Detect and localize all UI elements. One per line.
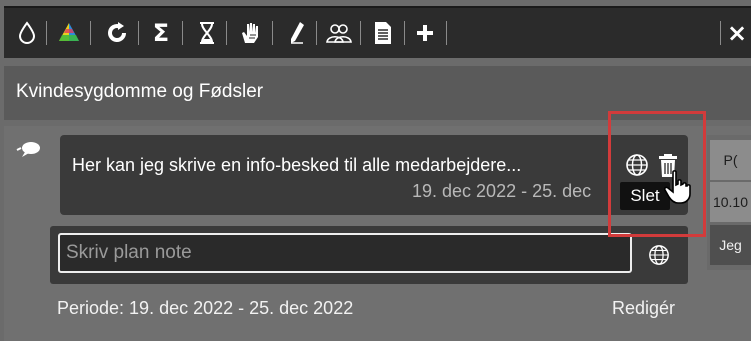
pencil-icon[interactable] (284, 20, 310, 46)
color-palette-icon[interactable] (56, 20, 82, 46)
toolbar-separator (446, 21, 447, 45)
toolbar-separator (360, 21, 361, 45)
toolbar-separator (90, 21, 91, 45)
plus-icon[interactable] (412, 20, 438, 46)
globe-icon[interactable] (625, 153, 649, 181)
hand-icon[interactable] (238, 20, 264, 46)
delete-tooltip: Slet (620, 182, 670, 210)
side-cell[interactable]: 10.10 (710, 182, 751, 222)
close-icon[interactable]: × (727, 20, 747, 46)
info-message-date-range: 19. dec 2022 - 25. dec (412, 181, 592, 201)
info-message-text: Her kan jeg skrive en info-besked til al… (72, 155, 522, 175)
toolbar-separator (46, 21, 47, 45)
toolbar-separator (138, 21, 139, 45)
info-message-card: Her kan jeg skrive en info-besked til al… (60, 135, 688, 215)
plan-note-bar (50, 226, 688, 284)
drop-icon[interactable] (14, 20, 40, 46)
plan-note-input[interactable] (58, 233, 632, 273)
toolbar-separator (316, 21, 317, 45)
side-cell[interactable]: Jeg (710, 225, 751, 265)
department-header: Kvindesygdomme og Fødsler (4, 66, 751, 120)
users-icon[interactable] (326, 20, 352, 46)
chat-bubble-icon (15, 140, 41, 162)
hand-cursor-icon (663, 170, 692, 208)
toolbar-separator (272, 21, 273, 45)
refresh-icon[interactable] (104, 20, 130, 46)
period-label: Periode: 19. dec 2022 - 25. dec 2022 (57, 298, 354, 318)
toolbar: Σ × (4, 6, 751, 58)
toolbar-separator (720, 21, 721, 45)
toolbar-separator (182, 21, 183, 45)
globe-icon[interactable] (648, 244, 670, 270)
edit-link[interactable]: Redigér (612, 298, 675, 319)
sigma-icon[interactable]: Σ (148, 19, 174, 47)
toolbar-separator (226, 21, 227, 45)
hourglass-icon[interactable] (194, 20, 220, 46)
department-title: Kvindesygdomme og Fødsler (16, 81, 264, 102)
toolbar-separator (404, 21, 405, 45)
side-cell[interactable]: P( (710, 140, 751, 180)
app-window: Σ × Kvindesygdomme og Fødsler Her kan je… (0, 0, 751, 341)
document-icon[interactable] (370, 20, 396, 46)
